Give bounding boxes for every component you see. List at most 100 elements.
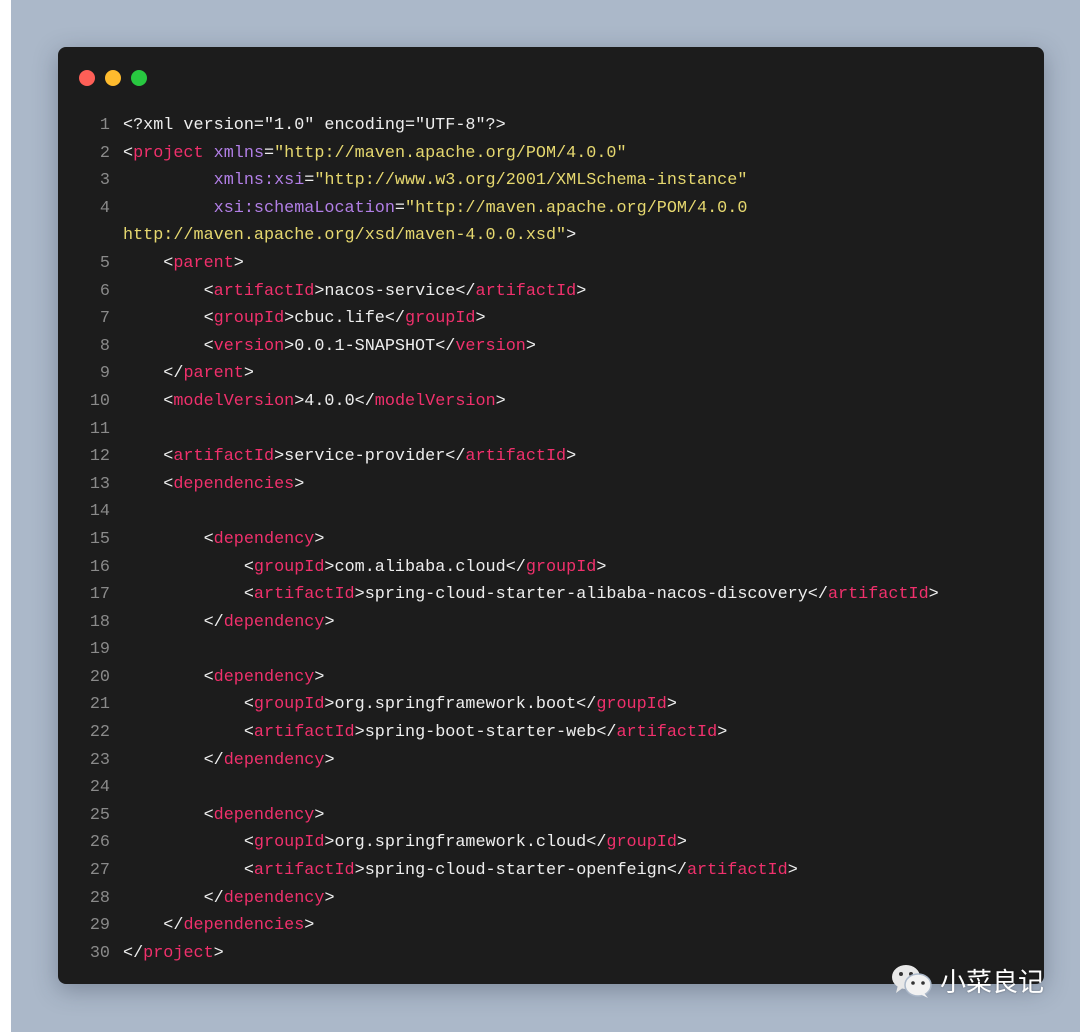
code-text: > [324,888,335,908]
line-number: 23 [89,750,110,770]
code-text: > [243,364,254,384]
attribute-name: xmlns [213,143,265,163]
line-content: <groupId>org.springframework.boot</group… [123,691,677,719]
line-content: </dependency> [123,747,335,775]
line-number: 28 [89,888,110,908]
code-text: > [233,253,244,273]
tag-name: artifactId [213,281,315,301]
code-text: >org.springframework.boot</ [324,695,597,715]
code-text: > [475,309,486,329]
code-text: < [123,474,174,494]
tag-name: groupId [606,833,677,853]
attribute-name: xsi:schemaLocation [213,198,395,218]
code-text: >cbuc.life</ [284,309,405,329]
code-line: 13 <dependencies> [58,471,939,499]
code-line: 24 [58,774,939,802]
code-text: >service-provider</ [274,447,466,467]
code-line: 7 <groupId>cbuc.life</groupId> [58,305,939,333]
code-text: > [717,723,728,743]
code-line: 10 <modelVersion>4.0.0</modelVersion> [58,388,939,416]
line-number: 14 [89,502,110,522]
code-text: < [123,143,134,163]
line-number: 30 [89,943,110,963]
tag-name: dependency [213,805,315,825]
code-line: http://maven.apache.org/xsd/maven-4.0.0.… [58,222,939,250]
code-line: 1 <?xml version="1.0" encoding="UTF-8"?> [58,112,939,140]
code-text: > [495,391,506,411]
string-value: http://maven.apache.org/xsd/maven-4.0.0.… [123,226,567,246]
code-line: 30 </project> [58,940,939,968]
code-text: < [123,529,214,549]
wechat-icon [892,964,932,998]
watermark-text: 小菜良记 [940,968,1045,998]
line-number: 12 [89,447,110,467]
line-number: 1 [99,116,110,135]
code-line: 21 <groupId>org.springframework.boot</gr… [58,691,939,719]
code-text: = [304,171,315,191]
line-content: <dependency> [123,664,325,692]
code-text: > [566,447,577,467]
code-text: > [294,474,305,494]
line-number: 5 [99,253,110,273]
code-line: 25 <dependency> [58,802,939,830]
code-text: < [123,861,254,881]
line-number: 2 [99,143,110,163]
code-text: < [123,557,254,577]
tag-name: version [455,336,526,356]
code-text: > [213,943,224,963]
tag-name: artifactId [827,585,929,605]
code-text: > [304,916,315,936]
line-content: <dependency> [123,526,325,554]
code-line: 6 <artifactId>nacos-service</artifactId> [58,278,939,306]
code-line: 17 <artifactId>spring-cloud-starter-alib… [58,581,939,609]
line-number: 8 [99,336,110,356]
line-content [123,498,133,526]
line-number: 22 [89,723,110,743]
code-text: </ [123,888,224,908]
code-text: </ [123,364,184,384]
line-number: 20 [89,667,110,687]
code-text: < [123,336,214,356]
line-content [123,774,133,802]
code-line: 11 [58,416,939,444]
tag-name: artifactId [253,861,355,881]
code-text: > [314,667,325,687]
tag-name: groupId [525,557,597,577]
code-line: 26 <groupId>org.springframework.cloud</g… [58,829,939,857]
string-value: "http://maven.apache.org/POM/4.0.0" [274,143,627,163]
code-line: 18 </dependency> [58,609,939,637]
code-text: > [596,557,607,577]
line-number: 4 [99,198,110,218]
code-text: = [264,143,275,163]
line-number: 18 [89,612,110,632]
code-line: 12 <artifactId>service-provider</artifac… [58,443,939,471]
code-text: </ [123,916,184,936]
code-text: < [123,667,214,687]
tag-name: dependency [213,529,315,549]
code-text: < [123,723,254,743]
tag-name: dependency [213,667,315,687]
line-content: <project xmlns="http://maven.apache.org/… [123,140,627,168]
line-content: http://maven.apache.org/xsd/maven-4.0.0.… [123,222,576,250]
line-content: <groupId>org.springframework.cloud</grou… [123,829,687,857]
line-number: 13 [89,474,110,494]
code-text: < [123,805,214,825]
left-margin-strip [0,0,11,1032]
line-content: <groupId>com.alibaba.cloud</groupId> [123,554,607,582]
code-line: 22 <artifactId>spring-boot-starter-web</… [58,719,939,747]
code-text: < [123,833,254,853]
tag-name: dependency [223,888,325,908]
line-content: </project> [123,940,224,968]
code-text: >4.0.0</ [294,391,375,411]
code-text: > [314,805,325,825]
line-number: 6 [99,281,110,301]
code-text: </ [123,750,224,770]
tag-name: dependencies [173,474,295,494]
code-line: 23 </dependency> [58,747,939,775]
line-content: <modelVersion>4.0.0</modelVersion> [123,388,506,416]
code-text: >com.alibaba.cloud</ [324,557,526,577]
line-content: xsi:schemaLocation="http://maven.apache.… [123,195,748,223]
tag-name: artifactId [253,585,355,605]
